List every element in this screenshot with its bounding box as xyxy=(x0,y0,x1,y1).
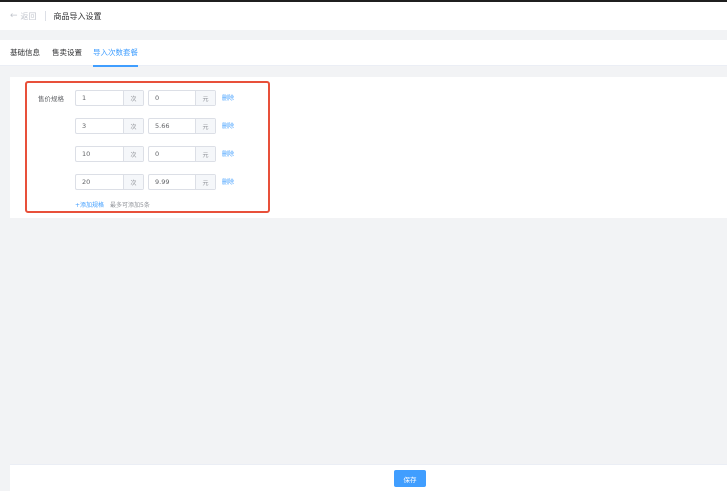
price-input[interactable] xyxy=(149,91,195,105)
times-unit: 次 xyxy=(123,91,143,105)
tab-import-packages[interactable]: 导入次数套餐 xyxy=(93,40,138,67)
price-input[interactable] xyxy=(149,175,195,189)
price-spec-label: 售价规格 xyxy=(38,95,64,103)
save-button[interactable]: 保存 xyxy=(394,470,426,487)
delete-link[interactable]: 删除 xyxy=(222,149,234,158)
price-input-group: 元 xyxy=(148,118,216,134)
times-input-group: 次 xyxy=(75,146,144,162)
times-input[interactable] xyxy=(76,175,123,189)
delete-link[interactable]: 删除 xyxy=(222,121,234,130)
spec-row: 次 元 删除 xyxy=(75,90,245,106)
page-header: ← 返回 商品导入设置 xyxy=(0,2,727,30)
times-input[interactable] xyxy=(76,91,123,105)
times-unit: 次 xyxy=(123,147,143,161)
delete-link[interactable]: 删除 xyxy=(222,177,234,186)
price-input[interactable] xyxy=(149,147,195,161)
price-input-group: 元 xyxy=(148,174,216,190)
spec-row: 次 元 删除 xyxy=(75,118,245,134)
price-unit: 元 xyxy=(195,91,215,105)
times-input-group: 次 xyxy=(75,118,144,134)
times-input[interactable] xyxy=(76,119,123,133)
arrow-left-icon: ← xyxy=(10,11,18,21)
add-spec-row: +添加规格 最多可添加5条 xyxy=(75,200,150,209)
spec-row: 次 元 删除 xyxy=(75,146,245,162)
delete-link[interactable]: 删除 xyxy=(222,93,234,102)
tab-sale-settings[interactable]: 售卖设置 xyxy=(52,40,82,66)
back-button[interactable]: ← 返回 xyxy=(10,11,37,22)
add-spec-link[interactable]: +添加规格 xyxy=(75,200,104,209)
times-input-group: 次 xyxy=(75,90,144,106)
tab-bar: 基础信息 售卖设置 导入次数套餐 xyxy=(0,40,727,67)
price-unit: 元 xyxy=(195,175,215,189)
price-unit: 元 xyxy=(195,119,215,133)
header-divider xyxy=(44,11,46,21)
spec-row: 次 元 删除 xyxy=(75,174,245,190)
price-unit: 元 xyxy=(195,147,215,161)
times-input-group: 次 xyxy=(75,174,144,190)
price-input[interactable] xyxy=(149,119,195,133)
times-input[interactable] xyxy=(76,147,123,161)
price-input-group: 元 xyxy=(148,90,216,106)
back-label: 返回 xyxy=(20,11,37,21)
times-unit: 次 xyxy=(123,175,143,189)
page-title: 商品导入设置 xyxy=(53,11,102,21)
tab-basic-info[interactable]: 基础信息 xyxy=(10,40,40,66)
price-input-group: 元 xyxy=(148,146,216,162)
footer-bar xyxy=(10,464,727,491)
times-unit: 次 xyxy=(123,119,143,133)
add-spec-hint: 最多可添加5条 xyxy=(110,202,150,209)
